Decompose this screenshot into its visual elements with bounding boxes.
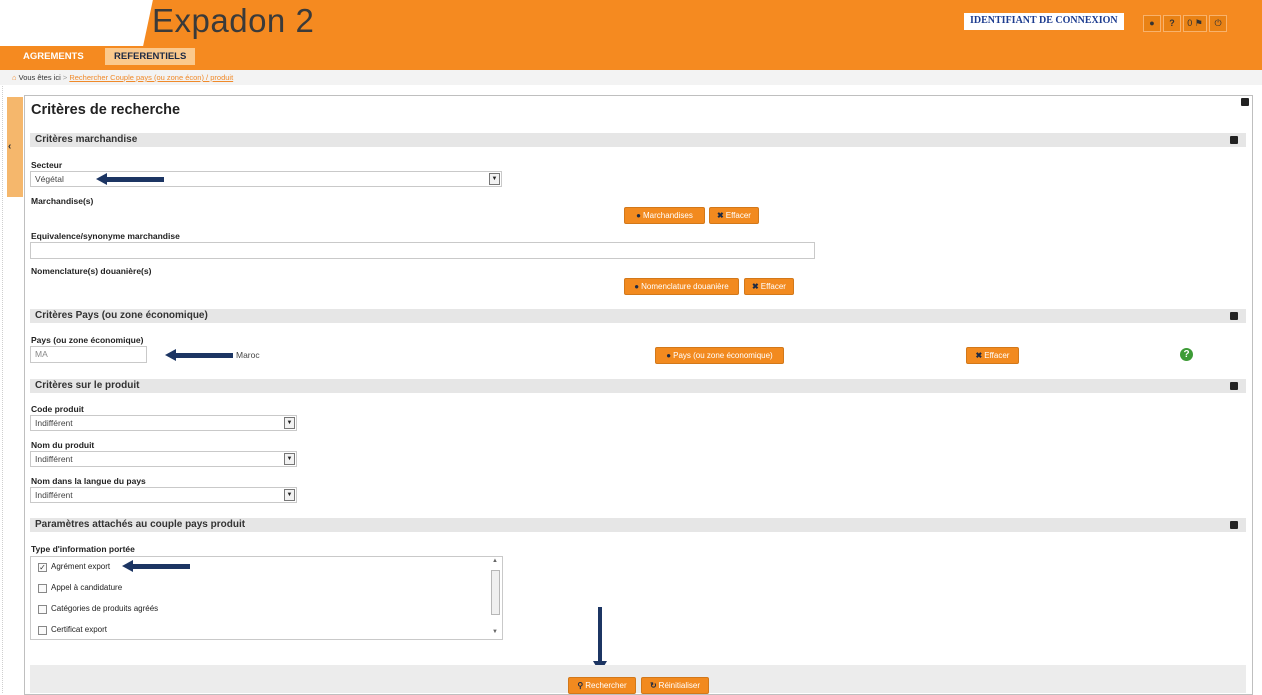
nomenclature-label: Nomenclature(s) douanière(s) bbox=[31, 266, 152, 276]
plus-circle-icon: ● bbox=[636, 211, 642, 220]
checkbox[interactable]: ✓ bbox=[38, 563, 47, 572]
marchandises-button[interactable]: ● Marchandises bbox=[624, 207, 705, 224]
collapse-icon[interactable] bbox=[1230, 521, 1238, 529]
collapse-icon[interactable] bbox=[1230, 382, 1238, 390]
checkbox[interactable] bbox=[38, 605, 47, 614]
checkbox[interactable] bbox=[38, 584, 47, 593]
chevron-down-icon[interactable]: ▼ bbox=[489, 173, 500, 185]
chevron-down-icon[interactable]: ▼ bbox=[284, 489, 295, 501]
app-logo[interactable]: Expadon 2 bbox=[152, 2, 314, 40]
refresh-icon: ↻ bbox=[649, 681, 657, 690]
nomenclature-button[interactable]: ● Nomenclature douanière bbox=[624, 278, 739, 295]
breadcrumb-link[interactable]: Rechercher Couple pays (ou zone écon) / … bbox=[69, 73, 233, 82]
nom-produit-value: Indifférent bbox=[35, 454, 73, 464]
pays-label: Pays (ou zone économique) bbox=[31, 335, 144, 345]
home-icon[interactable]: ⌂ bbox=[12, 73, 17, 82]
collapse-icon[interactable] bbox=[1230, 312, 1238, 320]
effacer-pays-button[interactable]: ✖ Effacer bbox=[966, 347, 1019, 364]
section-title: Paramètres attachés au couple pays produ… bbox=[35, 519, 246, 530]
question-circle-icon[interactable]: ? bbox=[1180, 348, 1193, 361]
page-edge-dotted bbox=[2, 0, 3, 693]
checkbox[interactable] bbox=[38, 626, 47, 635]
secteur-value: Végétal bbox=[35, 174, 64, 184]
nom-langue-select[interactable]: Indifférent ▼ bbox=[30, 487, 297, 503]
secteur-label: Secteur bbox=[31, 160, 63, 170]
chevron-down-icon[interactable]: ▼ bbox=[284, 453, 295, 465]
breadcrumb-separator: > bbox=[62, 73, 68, 82]
chevron-left-icon[interactable]: ‹ bbox=[8, 141, 11, 152]
section-pays-header[interactable]: Critères Pays (ou zone économique) bbox=[30, 309, 1246, 323]
section-title: Critères marchandise bbox=[35, 134, 138, 145]
nom-langue-label: Nom dans la langue du pays bbox=[31, 476, 146, 486]
nom-produit-select[interactable]: Indifférent ▼ bbox=[30, 451, 297, 467]
collapse-icon[interactable] bbox=[1230, 136, 1238, 144]
scroll-thumb[interactable] bbox=[491, 570, 500, 615]
times-icon: ✖ bbox=[975, 351, 983, 360]
plus-circle-icon: ● bbox=[666, 351, 672, 360]
scrollbar[interactable]: ▲ ▼ bbox=[491, 558, 500, 638]
scroll-down-icon[interactable]: ▼ bbox=[492, 629, 498, 635]
breadcrumb: ⌂ Vous êtes ici > Rechercher Couple pays… bbox=[0, 70, 1262, 85]
user-icon[interactable]: ● bbox=[1143, 15, 1161, 32]
annotation-arrow bbox=[96, 173, 164, 185]
equivalence-label: Equivalence/synonyme marchandise bbox=[31, 231, 180, 241]
footer-bar bbox=[30, 665, 1246, 693]
effacer-nomenclature-button[interactable]: ✖ Effacer bbox=[744, 278, 794, 295]
rechercher-button[interactable]: ⚲ Rechercher bbox=[568, 677, 636, 694]
breadcrumb-prefix: Vous êtes ici bbox=[18, 73, 61, 82]
code-produit-label: Code produit bbox=[31, 404, 84, 414]
reinitialiser-button[interactable]: ↻ Réinitialiser bbox=[641, 677, 709, 694]
section-merchandise-header[interactable]: Critères marchandise bbox=[30, 133, 1246, 147]
chevron-down-icon[interactable]: ▼ bbox=[284, 417, 295, 429]
annotation-arrow bbox=[122, 560, 190, 572]
help-icon[interactable]: ? bbox=[1163, 15, 1181, 32]
times-icon: ✖ bbox=[717, 211, 724, 220]
power-icon[interactable]: ⏻ bbox=[1209, 15, 1227, 32]
header-left-area bbox=[0, 0, 136, 46]
times-icon: ✖ bbox=[752, 282, 759, 291]
equivalence-input[interactable] bbox=[30, 242, 815, 259]
code-produit-value: Indifférent bbox=[35, 418, 73, 428]
pays-input[interactable]: MA bbox=[30, 346, 147, 363]
effacer-marchandises-button[interactable]: ✖ Effacer bbox=[709, 207, 759, 224]
login-id-label: IDENTIFIANT DE CONNEXION bbox=[964, 13, 1124, 30]
tab-referentiels[interactable]: REFERENTIELS bbox=[105, 48, 196, 65]
pays-button[interactable]: ● Pays (ou zone économique) bbox=[655, 347, 784, 364]
scroll-up-icon[interactable]: ▲ bbox=[492, 558, 498, 564]
code-produit-select[interactable]: Indifférent ▼ bbox=[30, 415, 297, 431]
panel-collapse-icon[interactable] bbox=[1241, 98, 1249, 106]
search-icon: ⚲ bbox=[577, 681, 584, 690]
plus-circle-icon: ● bbox=[634, 282, 640, 291]
flag-icon[interactable]: 0 ⚑ bbox=[1183, 15, 1207, 32]
pays-name: Maroc bbox=[236, 350, 260, 360]
section-produit-header[interactable]: Critères sur le produit bbox=[30, 379, 1246, 393]
section-params-header[interactable]: Paramètres attachés au couple pays produ… bbox=[30, 518, 1246, 532]
marchandises-label: Marchandise(s) bbox=[31, 196, 94, 206]
section-title: Critères sur le produit bbox=[35, 380, 140, 391]
type-info-listbox[interactable]: ✓ Agrément export Appel à candidature Ca… bbox=[30, 556, 503, 640]
nom-langue-value: Indifférent bbox=[35, 490, 73, 500]
section-title: Critères Pays (ou zone économique) bbox=[35, 310, 208, 321]
annotation-arrow bbox=[165, 349, 233, 361]
tab-agrements[interactable]: AGREMENTS bbox=[14, 48, 93, 65]
page-title: Critères de recherche bbox=[31, 102, 181, 118]
type-info-label: Type d'information portée bbox=[31, 544, 135, 554]
nom-produit-label: Nom du produit bbox=[31, 440, 95, 450]
